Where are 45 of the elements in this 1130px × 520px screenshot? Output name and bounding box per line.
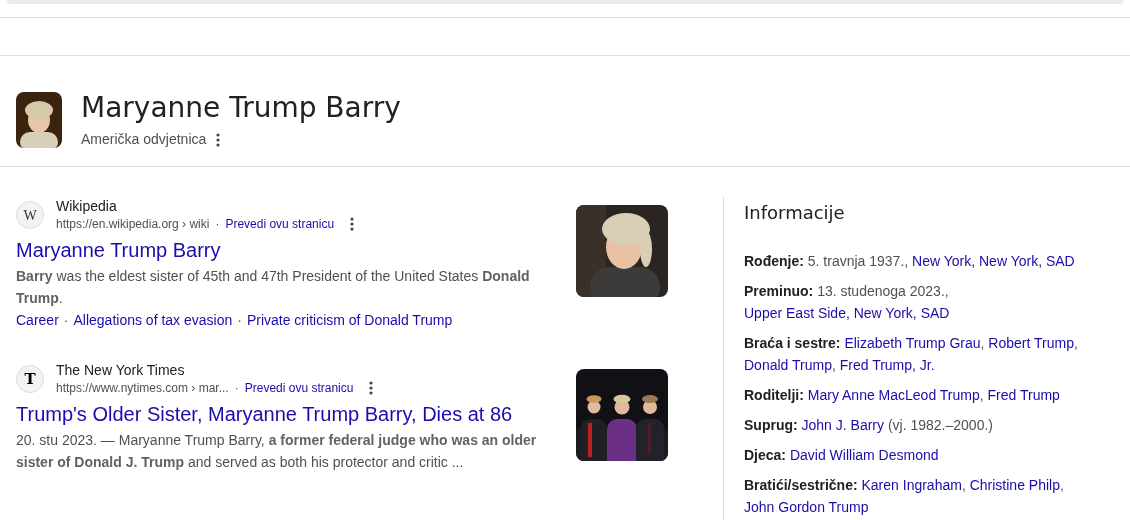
result-snippet: 20. stu 2023. — Maryanne Trump Barry, a former federal judge who was an older sister of Donald J. Trump and served as both his protector and critic ... xyxy=(16,431,538,472)
fact-row-text: Preminuo: 13. studenoga 2023., Upper East Side, New York, SAD xyxy=(744,282,951,323)
separator-dot: · xyxy=(63,311,69,330)
result-title[interactable]: Maryanne Trump Barry xyxy=(16,237,548,263)
fact-link[interactable]: Fred Trump, Jr. xyxy=(839,357,935,373)
separator-dot: · xyxy=(215,216,220,233)
entity-title: Maryanne Trump Barry xyxy=(81,91,401,125)
fact-link[interactable]: Christine Philp xyxy=(969,477,1060,493)
site-favicon: W xyxy=(16,201,44,229)
fact-link[interactable]: Robert Trump xyxy=(988,335,1074,351)
fact-row-text: Suprug: John J. Barry (vj. 1982.–2000.) xyxy=(744,416,994,435)
result-title[interactable]: Trump's Older Sister, Maryanne Trump Barry, Dies at 86 xyxy=(16,401,548,427)
site-url: https://en.wikipedia.org › wiki xyxy=(56,216,210,233)
fact-link[interactable]: Mary Anne MacLeod Trump xyxy=(807,387,980,403)
fact-link[interactable]: New York, New York, SAD xyxy=(912,253,1075,269)
site-url: https://www.nytimes.com › mar... xyxy=(56,380,229,397)
separator-dot: · xyxy=(237,311,242,330)
site-name: The New York Times xyxy=(56,361,186,379)
entity-subtitle: Američka odvjetnica xyxy=(81,130,207,149)
more-options-icon[interactable] xyxy=(350,217,355,231)
fact-link[interactable]: Upper East Side, New York, SAD xyxy=(744,305,950,321)
fact-link[interactable]: Karen Ingraham xyxy=(861,477,962,493)
fact-link[interactable]: Donald Trump xyxy=(744,357,832,373)
fact-link[interactable]: David William Desmond xyxy=(789,447,939,463)
panel-title: Informacije xyxy=(744,201,846,225)
fact-row-text: Rođenje: 5. travnja 1937., New York, New York, SAD xyxy=(744,252,1076,271)
fact-row-text: Bratići/sestrične: Karen Ingraham, Christine Philp, John Gordon Trump xyxy=(744,476,1065,517)
sitelink[interactable]: Allegations of tax evasion xyxy=(73,309,233,331)
more-options-icon[interactable] xyxy=(369,381,374,395)
fact-row-text: Djeca: David William Desmond xyxy=(744,446,940,465)
fact-row-text: Braća i sestre: Elizabeth Trump Grau, Robert Trump, Donald Trump, Fred Trump, Jr. xyxy=(744,334,1079,375)
translate-link[interactable]: Prevedi ovu stranicu xyxy=(244,379,354,397)
fact-link[interactable]: Fred Trump xyxy=(987,387,1060,403)
fact-link[interactable]: John J. Barry xyxy=(801,417,885,433)
sitelink[interactable]: Career xyxy=(16,309,59,331)
fact-row-text: Roditelji: Mary Anne MacLeod Trump, Fred Trump xyxy=(744,386,1061,405)
site-name: Wikipedia xyxy=(56,197,118,215)
site-favicon: T xyxy=(16,365,44,393)
sitelink[interactable]: Private criticism of Donald Trump xyxy=(246,309,453,331)
fact-link[interactable]: Elizabeth Trump Grau xyxy=(844,335,981,351)
translate-link[interactable]: Prevedi ovu stranicu xyxy=(225,215,335,233)
fact-link[interactable]: John Gordon Trump xyxy=(744,499,869,515)
more-options-icon[interactable] xyxy=(216,132,221,147)
result-snippet: Barry was the eldest sister of 45th and 47th President of the United States Donald Trump. xyxy=(16,267,531,308)
separator-dot: · xyxy=(234,380,239,397)
